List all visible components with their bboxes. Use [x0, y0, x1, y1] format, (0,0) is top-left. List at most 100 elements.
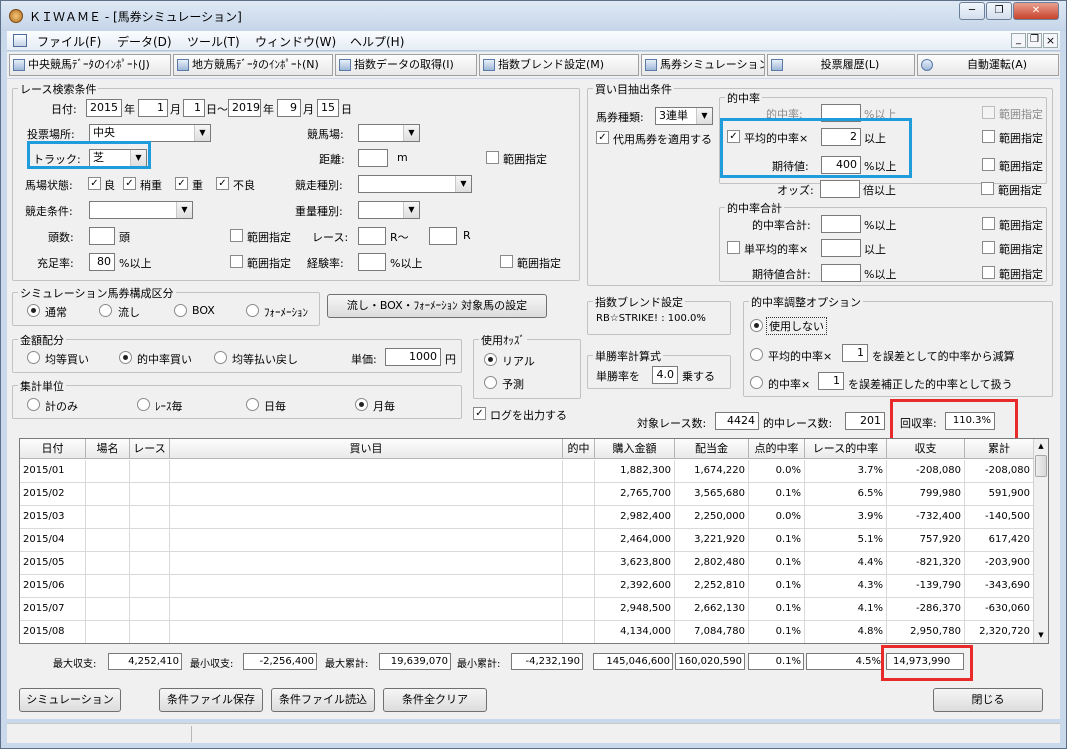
ticket-sim-button[interactable]: 馬券シミュレーション(B) — [641, 54, 765, 76]
col-header-payout[interactable]: 配当金 — [675, 439, 749, 459]
track-select[interactable]: 芝 ▼ — [89, 149, 147, 167]
col-header-cumulative[interactable]: 累計 — [965, 439, 1034, 459]
index-blend-button[interactable]: 指数ブレンド設定(M) — [479, 54, 639, 76]
odds-real-radio[interactable] — [484, 353, 497, 366]
sim-normal-radio[interactable] — [27, 304, 40, 317]
racecourse-select[interactable]: ▼ — [358, 124, 420, 142]
minimize-button[interactable]: ─ — [959, 2, 985, 20]
load-conditions-button[interactable]: 条件ファイル読込 — [271, 688, 375, 712]
menu-help[interactable]: ヘルプ(H) — [350, 33, 404, 50]
venue-type-select[interactable]: 中央 ▼ — [89, 124, 211, 142]
expected-range-checkbox[interactable] — [982, 158, 995, 171]
exp-input[interactable] — [358, 253, 386, 271]
history-button[interactable]: 投票履歴(L) — [767, 54, 915, 76]
agg-race-radio[interactable] — [137, 398, 150, 411]
from-month-input[interactable]: 1 — [138, 99, 168, 117]
going-heavy-checkbox[interactable]: ✓ — [216, 177, 229, 190]
exp-total-range-checkbox[interactable] — [982, 266, 995, 279]
col-header-hit[interactable]: 的中 — [563, 439, 595, 459]
scroll-thumb[interactable] — [1035, 455, 1047, 477]
sim-formation-radio[interactable] — [246, 304, 259, 317]
going-good-checkbox[interactable]: ✓ — [88, 177, 101, 190]
scroll-up-icon[interactable]: ▲ — [1035, 440, 1047, 452]
going-soft-checkbox[interactable]: ✓ — [175, 177, 188, 190]
agg-day-radio[interactable] — [246, 398, 259, 411]
expected-value-input[interactable]: 400 — [821, 156, 861, 174]
table-scrollbar[interactable]: ▲ ▼ — [1033, 439, 1048, 643]
simple-avg-input[interactable] — [821, 239, 861, 257]
get-index-button[interactable]: 指数データの取得(I) — [335, 54, 477, 76]
odds-forecast-radio[interactable] — [484, 376, 497, 389]
hit-rate-input[interactable] — [821, 104, 861, 122]
distance-input[interactable] — [358, 149, 388, 167]
mdi-restore-button[interactable]: ❐ — [1027, 33, 1042, 48]
adjust-none-radio[interactable] — [750, 319, 763, 332]
adjust-rate-input[interactable]: 1 — [818, 372, 844, 390]
mdi-close-button[interactable]: × — [1043, 33, 1058, 48]
table-row[interactable]: 2015/02 2,765,700 3,565,680 0.1% 6.5% 799,980… — [20, 483, 1034, 506]
col-header-point-rate[interactable]: 点的中率 — [749, 439, 805, 459]
amount-hitrate-radio[interactable] — [119, 351, 132, 364]
agg-month-radio[interactable] — [355, 398, 368, 411]
col-header-date[interactable]: 日付 — [20, 439, 86, 459]
auto-run-button[interactable]: 自動運転(A) — [917, 54, 1059, 76]
import-nar-button[interactable]: 地方競馬ﾃﾞｰﾀのｲﾝﾎﾟｰﾄ(N) — [173, 54, 333, 76]
avg-hit-input[interactable]: 2 — [821, 128, 861, 146]
going-yielding-checkbox[interactable]: ✓ — [123, 177, 136, 190]
heads-input[interactable] — [89, 227, 115, 245]
table-row[interactable]: 2015/03 2,982,400 2,250,000 0.0% 3.9% -732,40… — [20, 506, 1034, 529]
import-jra-button[interactable]: 中央競馬ﾃﾞｰﾀのｲﾝﾎﾟｰﾄ(J) — [9, 54, 171, 76]
adjust-avg-input[interactable]: 1 — [842, 344, 868, 362]
adjust-rate-radio[interactable] — [750, 376, 763, 389]
menu-data[interactable]: データ(D) — [117, 33, 172, 50]
to-day-input[interactable]: 15 — [317, 99, 339, 117]
col-header-combo[interactable]: 買い目 — [170, 439, 563, 459]
to-month-input[interactable]: 9 — [277, 99, 301, 117]
hit-total-range-checkbox[interactable] — [982, 217, 995, 230]
distance-range-checkbox[interactable] — [486, 151, 499, 164]
col-header-balance[interactable]: 収支 — [887, 439, 965, 459]
menu-window[interactable]: ウィンドウ(W) — [255, 33, 336, 50]
from-day-input[interactable]: 1 — [183, 99, 205, 117]
adjust-avg-radio[interactable] — [750, 348, 763, 361]
fill-range-checkbox[interactable] — [230, 255, 243, 268]
table-row[interactable]: 2015/08 4,134,000 7,084,780 0.1% 4.8% 2,950,7… — [20, 621, 1034, 643]
simulate-button[interactable]: シミュレーション — [19, 688, 121, 712]
table-row[interactable]: 2015/07 2,948,500 2,662,130 0.1% 4.1% -286,37… — [20, 598, 1034, 621]
menu-file[interactable]: ファイル(F) — [37, 33, 101, 50]
table-row[interactable]: 2015/01 1,882,300 1,674,220 0.0% 3.7% -208,08… — [20, 460, 1034, 483]
substitute-checkbox[interactable]: ✓ — [596, 131, 609, 144]
col-header-venue[interactable]: 場名 — [86, 439, 130, 459]
table-row[interactable]: 2015/04 2,464,000 3,221,920 0.1% 5.1% 757,920… — [20, 529, 1034, 552]
amount-equal-radio[interactable] — [27, 351, 40, 364]
log-output-checkbox[interactable]: ✓ — [473, 407, 486, 420]
race-type-select[interactable]: ▼ — [358, 175, 472, 193]
mdi-minimize-button[interactable]: _ — [1011, 33, 1026, 48]
simple-avg-checkbox[interactable] — [727, 241, 740, 254]
exp-total-input[interactable] — [821, 264, 861, 282]
results-table[interactable]: 日付 場名 レース 買い目 的中 購入金額 配当金 点的中率 レース的中率 収支 累計 2015/0… — [19, 438, 1049, 644]
odds-range-checkbox[interactable] — [981, 182, 994, 195]
close-button[interactable]: 閉じる — [933, 688, 1043, 712]
scroll-down-icon[interactable]: ▼ — [1035, 629, 1047, 641]
col-header-race-rate[interactable]: レース的中率 — [805, 439, 887, 459]
table-row[interactable]: 2015/06 2,392,600 2,252,810 0.1% 4.3% -139,79… — [20, 575, 1034, 598]
fill-input[interactable]: 80 — [89, 253, 115, 271]
restore-button[interactable]: ❐ — [986, 2, 1012, 20]
race-to-input[interactable] — [429, 227, 457, 245]
target-horse-settings-button[interactable]: 流し・BOX・ﾌｫｰﾒｰｼｮﾝ 対象馬の設定 — [327, 294, 547, 318]
unit-price-input[interactable]: 1000 — [385, 348, 441, 366]
col-header-purchase[interactable]: 購入金額 — [595, 439, 675, 459]
win-calc-input[interactable]: 4.0 — [652, 366, 678, 384]
simple-avg-range-checkbox[interactable] — [982, 241, 995, 254]
to-year-input[interactable]: 2019 — [228, 99, 261, 117]
race-cond-select[interactable]: ▼ — [89, 201, 193, 219]
agg-total-radio[interactable] — [27, 398, 40, 411]
close-window-button[interactable]: ✕ — [1013, 2, 1059, 20]
col-header-race[interactable]: レース — [130, 439, 170, 459]
hit-total-input[interactable] — [821, 215, 861, 233]
save-conditions-button[interactable]: 条件ファイル保存 — [159, 688, 263, 712]
exp-range-checkbox[interactable] — [500, 255, 513, 268]
heads-range-checkbox[interactable] — [230, 229, 243, 242]
avg-hit-range-checkbox[interactable] — [982, 130, 995, 143]
